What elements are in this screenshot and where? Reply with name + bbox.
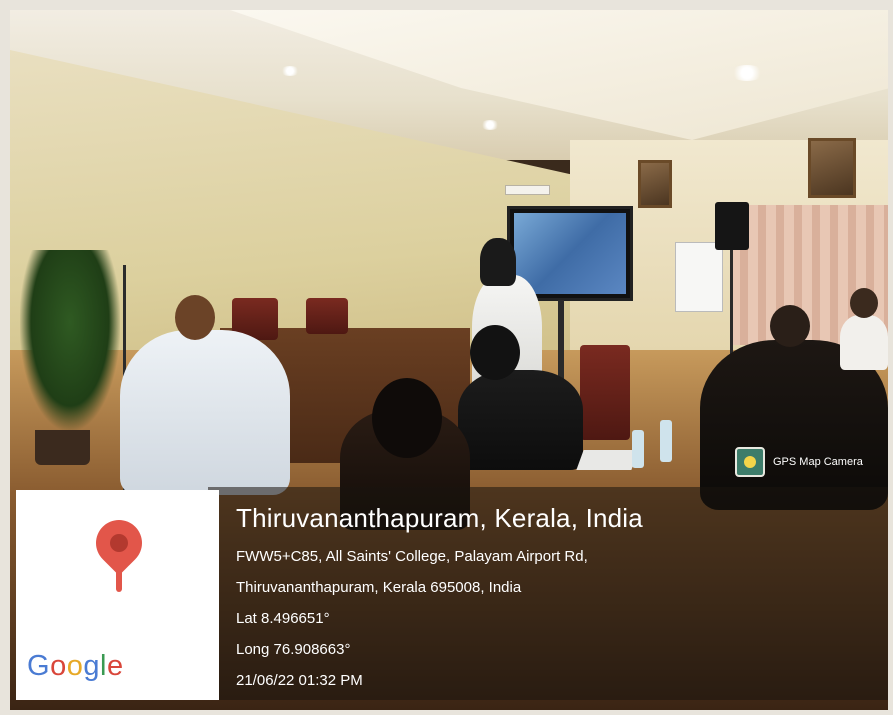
badge-label: GPS Map Camera [773,456,863,468]
map-pin-tip [116,570,122,592]
seated-man-head [175,295,215,340]
chair [306,298,348,334]
google-logo: Google [27,650,124,682]
participant [458,370,583,470]
date-time: 21/06/22 01:32 PM [236,672,363,689]
air-conditioner [505,185,550,195]
presenter-veil [480,238,516,286]
address-line-1: FWW5+C85, All Saints' College, Palayam A… [236,548,588,565]
display-stand [558,300,564,380]
speaker [715,202,749,250]
ceiling-light [280,66,300,76]
location-title: Thiruvananthapuram, Kerala, India [236,503,643,533]
seated-man [120,330,290,495]
wall-picture [638,160,672,208]
potted-plant [20,250,120,430]
map-thumbnail: Google [16,490,219,700]
water-bottle [632,430,644,468]
ceiling-light [730,65,764,81]
latitude: Lat 8.496651° [236,610,330,627]
longitude: Long 76.908663° [236,641,351,658]
participant-head [470,325,520,380]
chair [580,345,630,440]
participant-head [850,288,878,318]
participant-head [372,378,442,458]
participant-head [770,305,810,347]
ceiling-light [480,120,500,130]
water-bottle [660,420,672,462]
laptop [576,450,639,470]
flip-chart [675,242,723,312]
gps-map-camera-badge: GPS Map Camera [735,447,863,477]
participant-in-white [840,315,888,370]
wall-picture [808,138,856,198]
map-pin-icon [86,510,152,576]
address-line-2: Thiruvananthapuram, Kerala 695008, India [236,579,522,596]
plant-pot [35,430,90,465]
gps-map-camera-icon [735,447,765,477]
location-info: Thiruvananthapuram, Kerala, India FWW5+C… [236,503,643,703]
